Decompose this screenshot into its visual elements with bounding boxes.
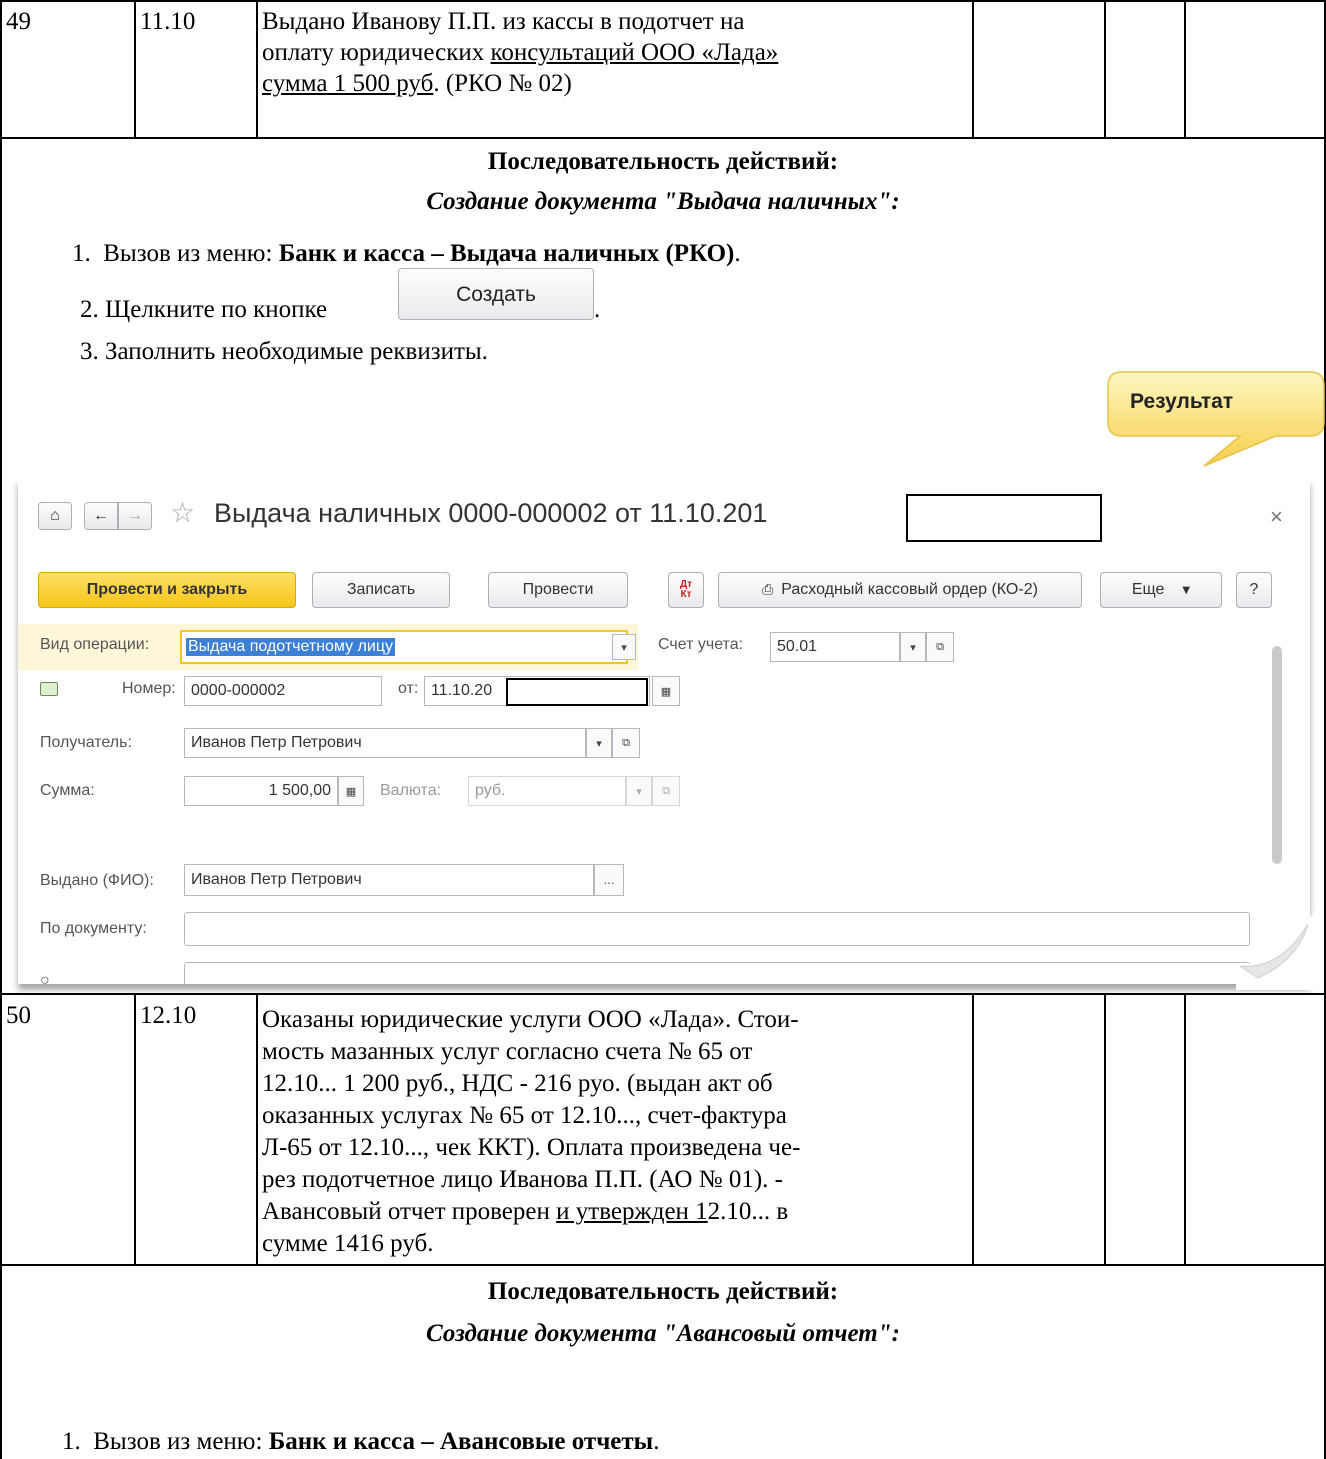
document-label: По документу: bbox=[40, 920, 147, 937]
more-label: Еще bbox=[1131, 581, 1165, 598]
operation-select[interactable]: Выдача подотчетному лицу bbox=[180, 630, 628, 664]
grid-line bbox=[1184, 993, 1186, 1265]
currency-open-button[interactable]: ⧉ bbox=[652, 776, 680, 806]
dt-kt-button[interactable]: Дт Кт bbox=[668, 572, 704, 608]
help-button[interactable]: ? bbox=[1236, 572, 1272, 608]
sum-label: Сумма: bbox=[40, 782, 95, 799]
post-button[interactable]: Провести bbox=[488, 572, 628, 608]
number-label: Номер: bbox=[122, 680, 176, 697]
grid-line bbox=[1104, 0, 1106, 138]
grid-line bbox=[0, 1264, 1326, 1266]
grid-line bbox=[134, 993, 136, 1265]
description-line: сумма 1 500 руб. (РКО № 02) bbox=[262, 70, 572, 97]
redaction-box bbox=[906, 494, 1102, 542]
grid-line bbox=[256, 993, 258, 1265]
form-title: Выдача наличных 0000-000002 от 11.10.201 bbox=[214, 498, 768, 528]
create-button[interactable]: Создать bbox=[398, 268, 594, 320]
sum-field[interactable]: 1 500,00 bbox=[184, 776, 338, 806]
calculator-icon[interactable]: ▦ bbox=[338, 776, 364, 806]
description-line: рез подотчетное лицо Иванова П.П. (АО № … bbox=[262, 1166, 783, 1193]
grid-line bbox=[972, 0, 974, 138]
close-icon[interactable]: × bbox=[1270, 504, 1283, 530]
document-icon bbox=[40, 682, 58, 696]
row-description: Выдано Иванову П.П. из кассы в подотчет … bbox=[262, 6, 970, 99]
print-order-button[interactable]: ⎙ Расходный кассовый ордер (КО-2) bbox=[718, 572, 1082, 608]
grid-line bbox=[0, 0, 1326, 2]
account-field[interactable]: 50.01 bbox=[770, 632, 900, 662]
step-2-end: . bbox=[594, 296, 601, 323]
issued-field[interactable]: Иванов Петр Петрович bbox=[184, 864, 594, 896]
grid-line bbox=[0, 993, 1326, 995]
recipient-open-button[interactable]: ⧉ bbox=[612, 728, 640, 758]
step-1: 1. Вызов из меню: Банк и касса – Выдача … bbox=[72, 240, 741, 267]
more-button[interactable]: Еще ▼ bbox=[1100, 572, 1222, 608]
description-line: Авансовый отчет проверен и утвержден 12.… bbox=[262, 1198, 789, 1225]
save-button[interactable]: Записать bbox=[312, 572, 450, 608]
page-curl bbox=[1236, 904, 1324, 990]
currency-field[interactable]: руб. bbox=[468, 776, 626, 806]
grid-line bbox=[1184, 0, 1186, 138]
description-line: оказанных услугах № 65 от 12.10..., счет… bbox=[262, 1102, 787, 1129]
currency-dropdown-button[interactable]: ▾ bbox=[626, 776, 652, 806]
operation-label: Вид операции: bbox=[40, 636, 150, 653]
step-2: 2. Щелкните по кнопке bbox=[80, 296, 328, 323]
description-line: Л-65 от 12.10..., чек ККТ). Оплата произ… bbox=[262, 1134, 801, 1161]
row-date: 11.10 bbox=[140, 8, 196, 35]
row-number: 49 bbox=[6, 8, 31, 35]
back-button[interactable]: ← bbox=[84, 502, 118, 530]
recipient-dropdown-button[interactable]: ▾ bbox=[586, 728, 612, 758]
step-3: 3. Заполнить необходимые реквизиты. bbox=[80, 338, 488, 365]
description-line: 12.10... 1 200 руб., НДС - 216 руо. (выд… bbox=[262, 1070, 773, 1097]
kt-label: Кт bbox=[680, 589, 692, 600]
section-heading: Последовательность действий: bbox=[487, 148, 839, 175]
result-callout bbox=[1107, 371, 1325, 467]
operation-dropdown-button[interactable]: ▾ bbox=[612, 634, 636, 660]
redaction-box bbox=[506, 678, 648, 706]
post-and-close-button[interactable]: Провести и закрыть bbox=[38, 572, 296, 608]
description-line: сумме 1416 руб. bbox=[262, 1230, 434, 1257]
step-1: 1. Вызов из меню: Банк и касса – Авансов… bbox=[62, 1428, 660, 1455]
issued-label: Выдано (ФИО): bbox=[40, 872, 154, 889]
from-label: от: bbox=[398, 680, 419, 697]
row-number: 50 bbox=[6, 1002, 31, 1029]
grid-line bbox=[1104, 993, 1106, 1265]
account-dropdown-button[interactable]: ▾ bbox=[900, 632, 926, 662]
number-field[interactable]: 0000-000002 bbox=[184, 676, 382, 706]
callout-label: Результат bbox=[1130, 390, 1234, 413]
section-subheading: Создание документа "Выдача наличных": bbox=[426, 188, 900, 215]
recipient-field[interactable]: Иванов Петр Петрович bbox=[184, 728, 586, 758]
description-line: оплату юридических консультаций ООО «Лад… bbox=[262, 39, 779, 66]
comment-label-cut: ○ bbox=[40, 972, 50, 984]
description-line: Оказаны юридические услуги ООО «Лада». С… bbox=[262, 1006, 799, 1033]
printer-icon: ⎙ bbox=[762, 582, 774, 598]
operation-value: Выдача подотчетному лицу bbox=[186, 638, 395, 656]
row-date: 12.10 bbox=[140, 1002, 197, 1029]
description-line: Выдано Иванову П.П. из кассы в подотчет … bbox=[262, 8, 745, 35]
currency-label: Валюта: bbox=[380, 782, 442, 799]
account-label: Счет учета: bbox=[658, 636, 744, 653]
print-order-label: Расходный кассовый ордер (КО-2) bbox=[781, 581, 1038, 598]
description-line: мость мазанных услуг согласно счета № 65… bbox=[262, 1038, 753, 1065]
comment-field[interactable] bbox=[184, 962, 1250, 984]
forward-button[interactable]: → bbox=[118, 502, 152, 530]
recipient-label: Получатель: bbox=[40, 734, 132, 751]
section-subheading: Создание документа "Авансовый отчет": bbox=[426, 1320, 900, 1347]
row-description: Оказаны юридические услуги ООО «Лада». С… bbox=[262, 1004, 970, 1260]
calendar-icon[interactable]: ▦ bbox=[652, 676, 680, 706]
grid-line bbox=[134, 0, 136, 138]
account-open-button[interactable]: ⧉ bbox=[926, 632, 954, 662]
chevron-down-icon: ▼ bbox=[1182, 584, 1191, 596]
grid-line bbox=[256, 0, 258, 138]
document-field[interactable] bbox=[184, 912, 1250, 946]
grid-line bbox=[0, 0, 2, 1459]
home-button[interactable]: ⌂ bbox=[38, 502, 72, 530]
issued-select-button[interactable]: … bbox=[594, 864, 624, 896]
grid-line bbox=[0, 137, 1326, 139]
grid-line bbox=[972, 993, 974, 1265]
form-window: ⌂ ← → ☆ Выдача наличных 0000-000002 от 1… bbox=[18, 478, 1310, 984]
star-icon[interactable]: ☆ bbox=[170, 496, 195, 529]
scrollbar-thumb[interactable] bbox=[1272, 646, 1282, 864]
section-heading: Последовательность действий: bbox=[487, 1278, 839, 1305]
